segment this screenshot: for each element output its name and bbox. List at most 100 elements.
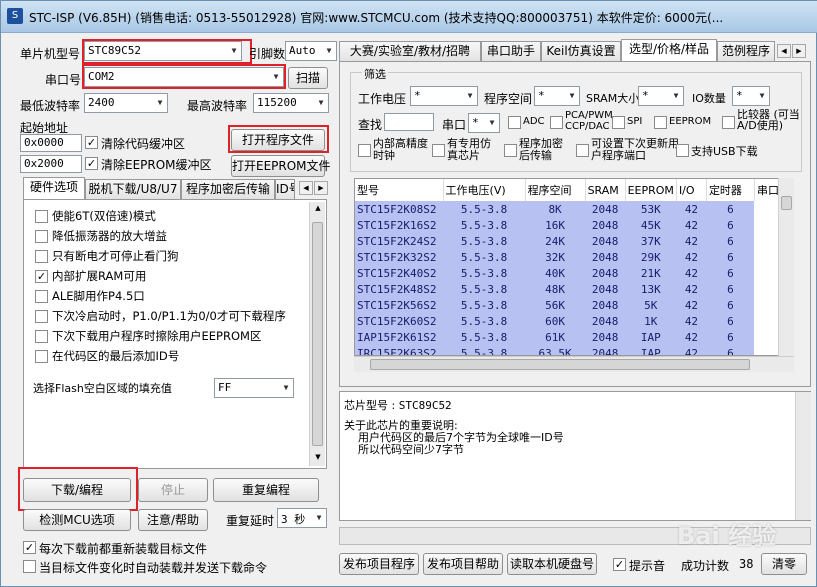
table-header-cell[interactable]: 定时器 xyxy=(706,179,755,201)
spi-checkbox[interactable] xyxy=(612,116,625,129)
table-cell: 2048 xyxy=(591,266,619,280)
max-baud-select[interactable]: 115200 ▼ xyxy=(253,93,329,113)
table-cell: 2048 xyxy=(591,234,619,248)
option-checkbox[interactable] xyxy=(35,290,48,303)
options-scrollbar[interactable]: ▲ ▼ xyxy=(309,202,325,466)
io-count-select[interactable]: * ▼ xyxy=(732,86,770,106)
scrollbar-thumb[interactable] xyxy=(370,359,750,370)
clear-code-checkbox[interactable]: ✓ xyxy=(85,136,98,149)
comparator-checkbox[interactable] xyxy=(722,116,735,129)
table-row[interactable]: STC15F2K32S2 5.5-3.8 32K 2048 29K 42 6 xyxy=(355,249,785,265)
voltage-select[interactable]: * ▼ xyxy=(410,86,478,106)
set-download-port-checkbox[interactable] xyxy=(576,144,589,157)
repeat-program-button[interactable]: 重复编程 xyxy=(213,478,319,502)
sram-select[interactable]: * ▼ xyxy=(638,86,684,106)
table-header-cell[interactable]: 工作电压(V) xyxy=(443,179,526,201)
auto-download-label: 当目标文件变化时自动装载并发送下载命令 xyxy=(39,561,268,575)
scroll-down-icon[interactable]: ▼ xyxy=(311,451,325,465)
table-row[interactable]: STC15F2K08S2 5.5-3.8 8K 2048 53K 42 6 xyxy=(355,201,785,217)
dedicated-emulator-checkbox[interactable] xyxy=(432,144,445,157)
hint-sound-checkbox[interactable]: ✓ xyxy=(613,558,626,571)
table-header-cell[interactable]: I/O xyxy=(676,179,707,201)
eeprom-checkbox[interactable] xyxy=(654,116,667,129)
reload-before-download-checkbox[interactable]: ✓ xyxy=(23,541,36,554)
table-header-cell[interactable]: EEPROM xyxy=(625,179,677,201)
table-cell: 2048 xyxy=(591,282,619,296)
table-vscrollbar[interactable] xyxy=(778,178,794,356)
table-row[interactable]: STC15F2K56S2 5.5-3.8 56K 2048 5K 42 6 xyxy=(355,297,785,313)
table-hscrollbar[interactable] xyxy=(354,356,794,372)
tab-scroll-left-icon[interactable]: ◀ xyxy=(777,44,791,58)
repeat-delay-select[interactable]: 3 秒 ▼ xyxy=(277,508,327,528)
tab-competition[interactable]: 大赛/实验室/教材/招聘 xyxy=(339,41,481,61)
tab-keil-settings[interactable]: Keil仿真设置 xyxy=(541,41,621,61)
table-row[interactable]: STC15F2K24S2 5.5-3.8 24K 2048 37K 42 6 xyxy=(355,233,785,249)
tab-scroll-right-icon[interactable]: ▶ xyxy=(314,181,328,195)
clear-eeprom-checkbox[interactable]: ✓ xyxy=(85,157,98,170)
program-space-select[interactable]: * ▼ xyxy=(534,86,580,106)
tab-scroll-right-icon[interactable]: ▶ xyxy=(792,44,806,58)
stop-button[interactable]: 停止 xyxy=(138,478,208,502)
tab-encrypt-transfer[interactable]: 程序加密后传输 xyxy=(181,179,275,199)
table-row[interactable]: STC15F2K16S2 5.5-3.8 16K 2048 45K 42 6 xyxy=(355,217,785,233)
table-header-cell[interactable]: 程序空间 xyxy=(525,179,586,201)
table-cell: 5.5-3.8 xyxy=(460,218,508,232)
tab-hardware-options[interactable]: 硬件选项 xyxy=(23,177,85,199)
table-header-cell[interactable]: 型号 xyxy=(355,179,444,201)
table-cell: 42 xyxy=(684,346,699,356)
option-label: 下次下载用户程序时擦除用户EEPROM区 xyxy=(52,329,262,343)
option-checkbox[interactable] xyxy=(35,350,48,363)
option-checkbox[interactable] xyxy=(35,250,48,263)
adc-checkbox[interactable] xyxy=(508,116,521,129)
code-address-input[interactable]: 0x0000 xyxy=(20,134,82,152)
chip-type-label-text: 芯片型号 : xyxy=(344,399,396,412)
scan-button[interactable]: 扫描 xyxy=(288,67,328,89)
serial-count-label: 串口 xyxy=(442,118,467,132)
auto-download-checkbox[interactable] xyxy=(23,560,36,573)
serial-count-select[interactable]: * ▼ xyxy=(468,113,500,133)
scrollbar-thumb[interactable] xyxy=(781,196,792,210)
option-checkbox[interactable] xyxy=(35,210,48,223)
search-input[interactable] xyxy=(384,113,434,131)
comparator-label: 比较器 (可当A/D使用) xyxy=(737,109,800,132)
table-cell: STC15F2K08S2 xyxy=(357,202,437,216)
table-row[interactable]: STC15F2K60S2 5.5-3.8 60K 2048 1K 42 6 xyxy=(355,313,785,329)
table-row[interactable]: IRC15F2K63S2 5.5-3.8 63.5K 2048 IAP 42 6 xyxy=(355,345,785,356)
eeprom-address-input[interactable]: 0x2000 xyxy=(20,155,82,173)
info-scrollbar[interactable] xyxy=(795,392,811,520)
option-checkbox[interactable] xyxy=(35,310,48,323)
clear-count-button[interactable]: 清零 xyxy=(761,553,807,575)
table-header-cell[interactable]: SRAM xyxy=(585,179,626,201)
tab-serial-assistant[interactable]: 串口助手 xyxy=(481,41,541,61)
scrollbar-thumb[interactable] xyxy=(312,222,323,446)
pins-select[interactable]: Auto ▼ xyxy=(285,41,337,61)
tab-offline-download[interactable]: 脱机下载/U8/U7 xyxy=(85,179,181,199)
tab-scroll-left-icon[interactable]: ◀ xyxy=(299,181,313,195)
read-disk-id-button[interactable]: 读取本机硬盘号 xyxy=(507,553,597,575)
table-row[interactable]: IAP15F2K61S2 5.5-3.8 61K 2048 IAP 42 6 xyxy=(355,329,785,345)
open-eeprom-button[interactable]: 打开EEPROM文件 xyxy=(231,155,331,177)
usb-download-checkbox[interactable] xyxy=(676,144,689,157)
tab-id[interactable]: ID号 xyxy=(275,179,295,199)
internal-clock-checkbox[interactable] xyxy=(358,144,371,157)
table-cell: 6 xyxy=(727,266,734,280)
table-cell: STC15F2K40S2 xyxy=(357,266,437,280)
scroll-up-icon[interactable]: ▲ xyxy=(311,202,325,216)
tab-selection-price[interactable]: 选型/价格/样品 xyxy=(621,39,717,61)
help-button[interactable]: 注意/帮助 xyxy=(138,509,208,531)
tab-examples[interactable]: 范例程序 xyxy=(717,41,775,61)
highlight-open-program xyxy=(228,125,329,153)
encrypt-transfer-checkbox[interactable] xyxy=(504,144,517,157)
pca-pwm-checkbox[interactable] xyxy=(550,116,563,129)
publish-help-button[interactable]: 发布项目帮助 xyxy=(423,553,503,575)
reload-before-download-label: 每次下载前都重新装载目标文件 xyxy=(39,542,208,556)
option-checkbox[interactable] xyxy=(35,330,48,343)
detect-mcu-options-button[interactable]: 检测MCU选项 xyxy=(23,509,131,531)
fill-value-select[interactable]: FF ▼ xyxy=(214,378,294,398)
publish-program-button[interactable]: 发布项目程序 xyxy=(339,553,419,575)
min-baud-select[interactable]: 2400 ▼ xyxy=(84,93,168,113)
table-row[interactable]: STC15F2K40S2 5.5-3.8 40K 2048 21K 42 6 xyxy=(355,265,785,281)
table-row[interactable]: STC15F2K48S2 5.5-3.8 48K 2048 13K 42 6 xyxy=(355,281,785,297)
option-checkbox[interactable]: ✓ xyxy=(35,270,48,283)
option-checkbox[interactable] xyxy=(35,230,48,243)
